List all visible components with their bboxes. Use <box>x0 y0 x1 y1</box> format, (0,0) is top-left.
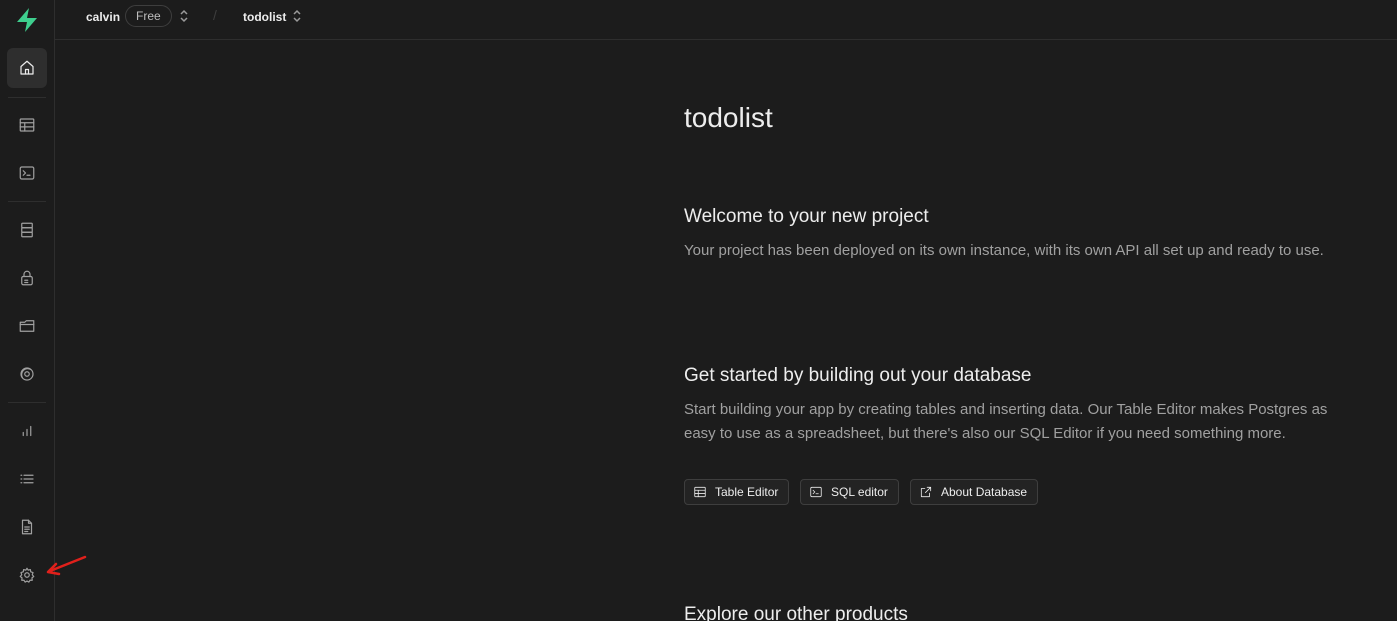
page-title: todolist <box>684 102 773 133</box>
sidebar-item-logs[interactable] <box>7 459 47 499</box>
settings-gear-icon <box>19 567 35 583</box>
external-link-icon <box>920 486 932 498</box>
sidebar-item-api-docs[interactable] <box>7 507 47 547</box>
org-switcher-chevron-icon[interactable] <box>179 9 189 23</box>
sql-editor-button[interactable]: SQL editor <box>800 479 899 505</box>
welcome-heading: Welcome to your new project <box>684 206 929 227</box>
auth-lock-icon <box>21 270 33 286</box>
sidebar <box>0 0 55 621</box>
welcome-text: Your project has been deployed on its ow… <box>684 242 1324 259</box>
sidebar-item-storage[interactable] <box>7 306 47 346</box>
sql-editor-button-label: SQL editor <box>831 485 888 499</box>
table-editor-button[interactable]: Table Editor <box>684 479 790 505</box>
sidebar-item-table-editor[interactable] <box>7 105 47 145</box>
database-heading: Get started by building out your databas… <box>684 365 1032 386</box>
sidebar-item-realtime[interactable] <box>7 354 47 394</box>
terminal-icon <box>810 486 822 498</box>
table-editor-button-label: Table Editor <box>715 485 779 499</box>
sql-editor-icon <box>19 166 35 180</box>
sidebar-item-home[interactable] <box>7 48 47 88</box>
realtime-icon <box>20 367 34 381</box>
storage-folder-icon <box>19 320 35 332</box>
about-database-button[interactable]: About Database <box>910 479 1039 505</box>
sidebar-item-auth[interactable] <box>7 258 47 298</box>
database-icon <box>21 222 33 238</box>
database-text-line1: Start building your app by creating tabl… <box>684 401 1328 418</box>
about-database-button-label: About Database <box>941 485 1028 499</box>
reports-chart-icon <box>22 425 32 437</box>
api-docs-icon <box>21 519 33 535</box>
logs-list-icon <box>20 474 34 484</box>
supabase-logo-icon[interactable] <box>13 6 41 34</box>
breadcrumb-separator: / <box>213 7 217 23</box>
project-switcher-chevron-icon[interactable] <box>292 9 302 23</box>
database-text-line2: easy to use as a spreadsheet, but there'… <box>684 425 1286 442</box>
project-name[interactable]: todolist <box>243 0 286 33</box>
plan-badge: Free <box>125 5 172 27</box>
home-icon <box>20 60 34 75</box>
sidebar-item-sql-editor[interactable] <box>7 153 47 193</box>
org-name[interactable]: calvin <box>86 0 120 33</box>
explore-heading: Explore our other products <box>684 604 908 621</box>
annotation-arrow-icon <box>46 555 87 576</box>
sidebar-item-reports[interactable] <box>7 411 47 451</box>
sidebar-item-database[interactable] <box>7 210 47 250</box>
topbar: calvin Free / todolist <box>55 0 1397 40</box>
table-icon <box>694 486 706 498</box>
table-editor-icon <box>19 118 35 132</box>
